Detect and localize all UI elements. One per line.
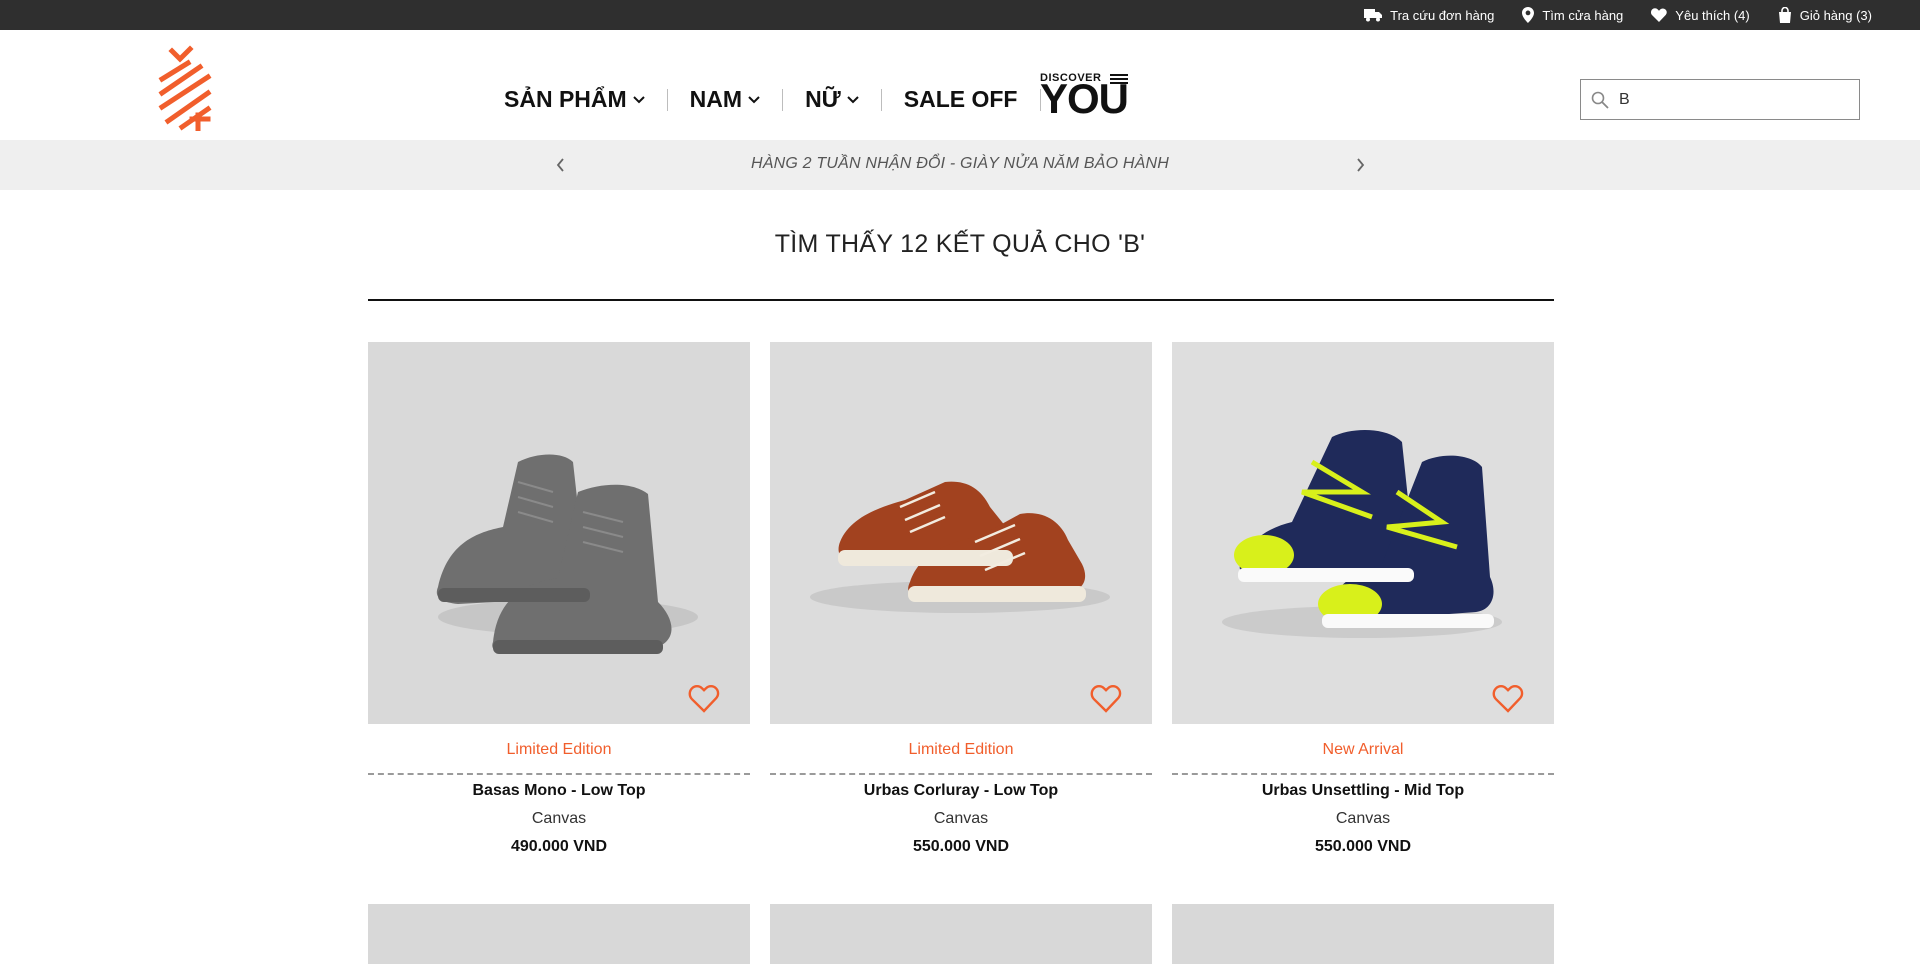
cart-label: Giỏ hàng (3) — [1799, 7, 1872, 23]
nav-item-women-label: NỮ — [805, 86, 841, 112]
product-divider — [368, 773, 750, 775]
product-image-partial[interactable] — [770, 904, 1152, 964]
heart-icon — [1651, 8, 1668, 22]
shopping-bag-icon — [1778, 7, 1791, 23]
announcement-text: HÀNG 2 TUẦN NHẬN ĐỔI - GIÀY NỬA NĂM BẢO … — [751, 155, 1169, 172]
product-divider — [1172, 773, 1554, 775]
product-name[interactable]: Urbas Unsettling - Mid Top — [1172, 782, 1554, 800]
nav-item-products-label: SẢN PHẨM — [504, 86, 627, 112]
product-image[interactable] — [770, 342, 1152, 724]
chevron-down-icon — [847, 95, 859, 103]
product-image[interactable] — [1172, 342, 1554, 724]
search-input[interactable] — [1619, 90, 1839, 109]
product-price: 550.000 VND — [912, 838, 1010, 855]
nav-divider — [666, 88, 668, 111]
store-finder-label: Tìm cửa hàng — [1542, 7, 1624, 23]
product-name[interactable]: Basas Mono - Low Top — [368, 782, 750, 800]
store-finder-link[interactable]: Tìm cửa hàng — [1522, 7, 1623, 23]
nav-divider — [880, 88, 882, 111]
map-pin-icon — [1522, 7, 1535, 23]
product-badge: Limited Edition — [908, 741, 1014, 758]
results-title: TÌM THẤY 12 KẾT QUẢ CHO 'B' — [774, 230, 1146, 258]
main-nav: SẢN PHẨM NAM NỮ SALE OFF — [504, 86, 1063, 113]
product-name[interactable]: Urbas Corluray - Low Top — [770, 782, 1152, 800]
chevron-right-icon — [1356, 158, 1364, 172]
product-badge: Limited Edition — [506, 741, 612, 758]
order-lookup-link[interactable]: Tra cứu đơn hàng — [1364, 8, 1494, 23]
heart-outline-icon[interactable] — [1492, 684, 1524, 714]
product-price: 550.000 VND — [1314, 838, 1412, 855]
nav-item-sale-off[interactable]: SALE OFF — [904, 86, 1018, 113]
product-material: Canvas — [1335, 810, 1391, 827]
truck-icon — [1364, 9, 1383, 22]
search-box[interactable] — [1580, 79, 1860, 120]
announcement-next-button[interactable] — [1348, 153, 1372, 177]
heart-outline-icon[interactable] — [1090, 684, 1122, 714]
product-image[interactable] — [368, 342, 750, 724]
product-material: Canvas — [933, 810, 989, 827]
top-utility-bar: Tra cứu đơn hàng Tìm cửa hàng Yêu thích … — [0, 0, 1920, 30]
utility-links: Tra cứu đơn hàng Tìm cửa hàng Yêu thích … — [1364, 0, 1872, 30]
product-image-partial[interactable] — [368, 904, 750, 964]
wishlist-label: Yêu thích (4) — [1675, 7, 1750, 23]
wishlist-link[interactable]: Yêu thích (4) — [1651, 7, 1750, 23]
heart-outline-icon[interactable] — [688, 684, 720, 714]
you-label: YOU — [1040, 75, 1129, 122]
product-divider — [770, 773, 1152, 775]
brand-logo[interactable] — [158, 45, 212, 131]
nav-item-products[interactable]: SẢN PHẨM — [504, 86, 645, 113]
product-price: 490.000 VND — [510, 838, 608, 855]
site-header: SẢN PHẨM NAM NỮ SALE OFF DISCOVER YOU — [0, 30, 1920, 140]
title-divider — [368, 299, 1554, 301]
search-icon[interactable] — [1591, 91, 1609, 109]
nav-item-men-label: NAM — [689, 86, 743, 112]
announcement-bar: HÀNG 2 TUẦN NHẬN ĐỔI - GIÀY NỬA NĂM BẢO … — [0, 140, 1920, 190]
discover-you-link[interactable]: DISCOVER YOU — [1040, 72, 1132, 120]
order-lookup-label: Tra cứu đơn hàng — [1390, 7, 1495, 23]
product-badge: New Arrival — [1322, 741, 1404, 758]
product-material: Canvas — [531, 810, 587, 827]
nav-item-sale-off-label: SALE OFF — [903, 86, 1018, 112]
chevron-down-icon — [748, 95, 760, 103]
nav-item-men[interactable]: NAM — [690, 86, 760, 113]
nav-divider — [782, 88, 784, 111]
cart-link[interactable]: Giỏ hàng (3) — [1778, 7, 1872, 23]
product-image-partial[interactable] — [1172, 904, 1554, 964]
chevron-down-icon — [632, 95, 645, 103]
nav-item-women[interactable]: NỮ — [805, 86, 859, 113]
